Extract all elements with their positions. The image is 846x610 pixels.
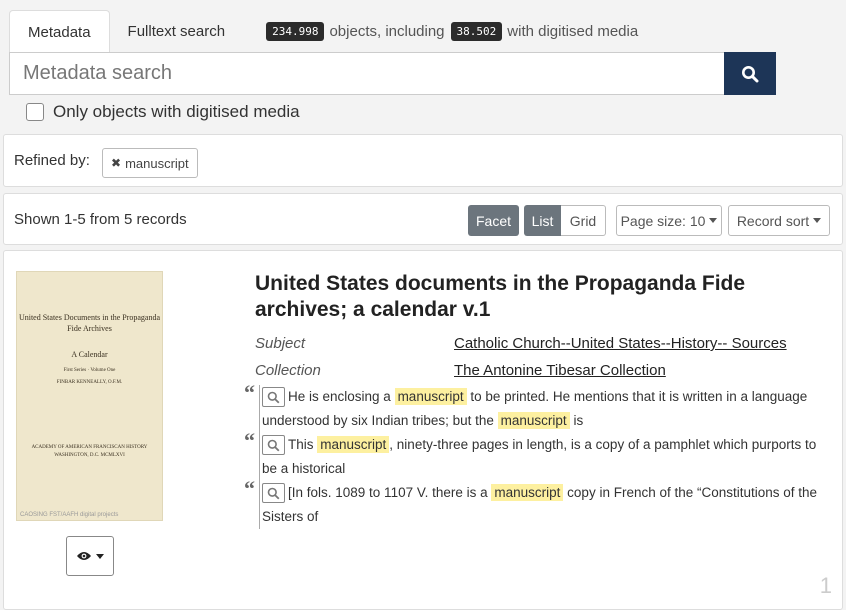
search-icon (267, 439, 280, 452)
caret-down-icon (96, 553, 104, 559)
filter-chip-manuscript[interactable]: ✖ manuscript (102, 148, 198, 178)
search-bar (9, 52, 776, 95)
quote-icon: “ (244, 428, 255, 453)
media-count-badge: 38.502 (450, 22, 503, 41)
page-size-label: Page size: 10 (620, 212, 706, 229)
thumbnail-publisher: ACADEMY OF AMERICAN FRANCISCAN HISTORY W… (31, 445, 148, 458)
snippet-highlight: manuscript (491, 484, 564, 501)
thumbnail-series: First Series · Volume One (63, 368, 116, 373)
search-button[interactable] (724, 52, 776, 95)
objects-count-badge: 234.998 (266, 22, 325, 41)
search-icon (267, 391, 280, 404)
caret-down-icon (813, 218, 822, 223)
snippet-search-button[interactable] (262, 483, 285, 504)
tab-metadata[interactable]: Metadata (9, 10, 110, 53)
thumbnail-title: United States Documents in the Propagand… (18, 313, 161, 333)
record-card: United States Documents in the Propagand… (3, 250, 843, 610)
collection-link[interactable]: The Antonine Tibesar Collection (454, 362, 666, 379)
record-sort-dropdown[interactable]: Record sort (728, 205, 830, 236)
page-size-dropdown[interactable]: Page size: 10 (616, 205, 722, 236)
digitised-media-filter[interactable]: Only objects with digitised media (26, 102, 300, 122)
object-counts: 234.998 objects, including 38.502 with d… (263, 10, 638, 53)
quote-icon: “ (244, 380, 255, 405)
list-view-button[interactable]: List (524, 205, 561, 236)
thumbnail-subtitle: A Calendar (71, 350, 108, 359)
refined-label: Refined by: (14, 152, 90, 169)
fulltext-snippet: “ [In fols. 1089 to 1107 V. there is a m… (244, 477, 834, 529)
snippet-text: He is enclosing a (288, 389, 395, 404)
snippet-search-button[interactable] (262, 387, 285, 408)
tab-fulltext-search[interactable]: Fulltext search (110, 10, 244, 53)
record-title[interactable]: United States documents in the Propagand… (255, 271, 815, 323)
snippet-highlight: manuscript (497, 412, 570, 429)
facet-button[interactable]: Facet (468, 205, 519, 236)
snippet-search-button[interactable] (262, 435, 285, 456)
times-icon[interactable]: ✖ (111, 156, 121, 170)
collection-label: Collection (255, 362, 321, 379)
record-sort-label: Record sort (736, 212, 810, 229)
quote-icon: “ (244, 476, 255, 501)
snippet-highlight: manuscript (394, 388, 467, 405)
subject-label: Subject (255, 335, 306, 352)
record-number: 1 (819, 573, 832, 598)
thumbnail-credit: CAOSING FST/AAFH digital projects (20, 512, 119, 518)
search-icon (742, 65, 759, 82)
snippet-text: This (288, 437, 318, 452)
digitised-media-label: Only objects with digitised media (53, 102, 300, 121)
snippet-highlight: manuscript (317, 436, 390, 453)
view-options-button[interactable] (66, 536, 114, 576)
digitised-media-checkbox[interactable] (26, 103, 44, 121)
results-toolbar: Shown 1-5 from 5 records Facet List Grid… (3, 193, 843, 245)
media-count-text: with digitised media (507, 23, 639, 40)
objects-count-text: objects, including (329, 23, 445, 40)
snippet-text: [In fols. 1089 to 1107 V. there is a (288, 485, 492, 500)
thumbnail-author: FINBAR KENNEALLY, O.F.M. (56, 380, 123, 385)
subject-link[interactable]: Catholic Church--United States--History-… (454, 335, 787, 352)
search-tabs: Metadata Fulltext search 234.998 objects… (9, 10, 638, 53)
caret-down-icon (709, 218, 718, 223)
results-count: Shown 1-5 from 5 records (14, 211, 187, 228)
record-thumbnail[interactable]: United States Documents in the Propagand… (16, 271, 163, 521)
fulltext-snippet: “ This manuscript, ninety-three pages in… (244, 429, 834, 481)
search-icon (267, 487, 280, 500)
eye-icon (77, 552, 91, 560)
search-input[interactable] (9, 52, 724, 95)
snippet-text: is (569, 413, 584, 428)
refined-panel: Refined by: ✖ manuscript (3, 134, 843, 187)
grid-view-button[interactable]: Grid (561, 205, 606, 236)
filter-chip-label: manuscript (125, 155, 189, 171)
fulltext-snippet: “ He is enclosing a manuscript to be pri… (244, 381, 834, 433)
